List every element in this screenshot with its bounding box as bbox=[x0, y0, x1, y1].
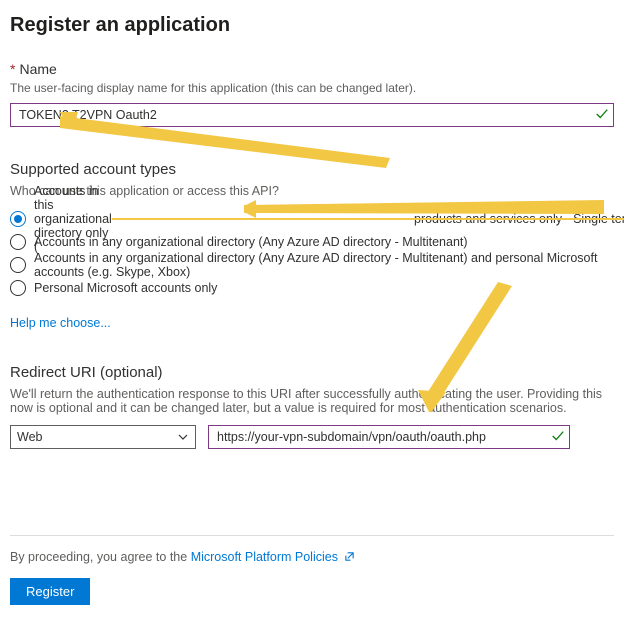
radio-icon bbox=[10, 234, 26, 250]
account-type-option-0[interactable]: Accounts in this organizational director… bbox=[10, 208, 614, 230]
account-type-option-2[interactable]: Accounts in any organizational directory… bbox=[10, 254, 614, 276]
checkmark-icon bbox=[551, 429, 565, 443]
account-types-title: Supported account types bbox=[10, 161, 614, 178]
chevron-down-icon bbox=[177, 431, 189, 443]
help-me-choose-link[interactable]: Help me choose... bbox=[10, 316, 111, 330]
redirect-uri-wrap[interactable] bbox=[208, 425, 570, 449]
required-star: * bbox=[10, 61, 15, 77]
radio-icon bbox=[10, 211, 26, 227]
redirect-uri-input[interactable] bbox=[215, 429, 547, 445]
name-input[interactable] bbox=[17, 107, 591, 123]
redirect-title: Redirect URI (optional) bbox=[10, 364, 614, 381]
page-title: Register an application bbox=[10, 14, 614, 37]
redirect-desc: We'll return the authentication response… bbox=[10, 387, 614, 415]
account-type-option-3[interactable]: Personal Microsoft accounts only bbox=[10, 277, 614, 299]
name-description: The user-facing display name for this ap… bbox=[10, 81, 614, 95]
account-type-struck-0: products and services only - Single tena… bbox=[112, 212, 624, 226]
divider bbox=[10, 535, 614, 536]
register-button[interactable]: Register bbox=[10, 578, 90, 605]
account-type-label-1: Accounts in any organizational directory… bbox=[34, 235, 468, 249]
platform-value: Web bbox=[17, 430, 42, 444]
radio-icon bbox=[10, 257, 26, 273]
policies-text: By proceeding, you agree to the Microsof… bbox=[10, 550, 614, 564]
account-type-label-3: Personal Microsoft accounts only bbox=[34, 281, 217, 295]
policies-link[interactable]: Microsoft Platform Policies bbox=[191, 550, 338, 564]
name-label: *Name bbox=[10, 61, 614, 77]
account-type-label-2: Accounts in any organizational directory… bbox=[34, 251, 614, 279]
radio-icon bbox=[10, 280, 26, 296]
external-link-icon bbox=[344, 551, 355, 562]
platform-select[interactable]: Web bbox=[10, 425, 196, 449]
name-input-wrap[interactable] bbox=[10, 103, 614, 127]
checkmark-icon bbox=[595, 107, 609, 121]
